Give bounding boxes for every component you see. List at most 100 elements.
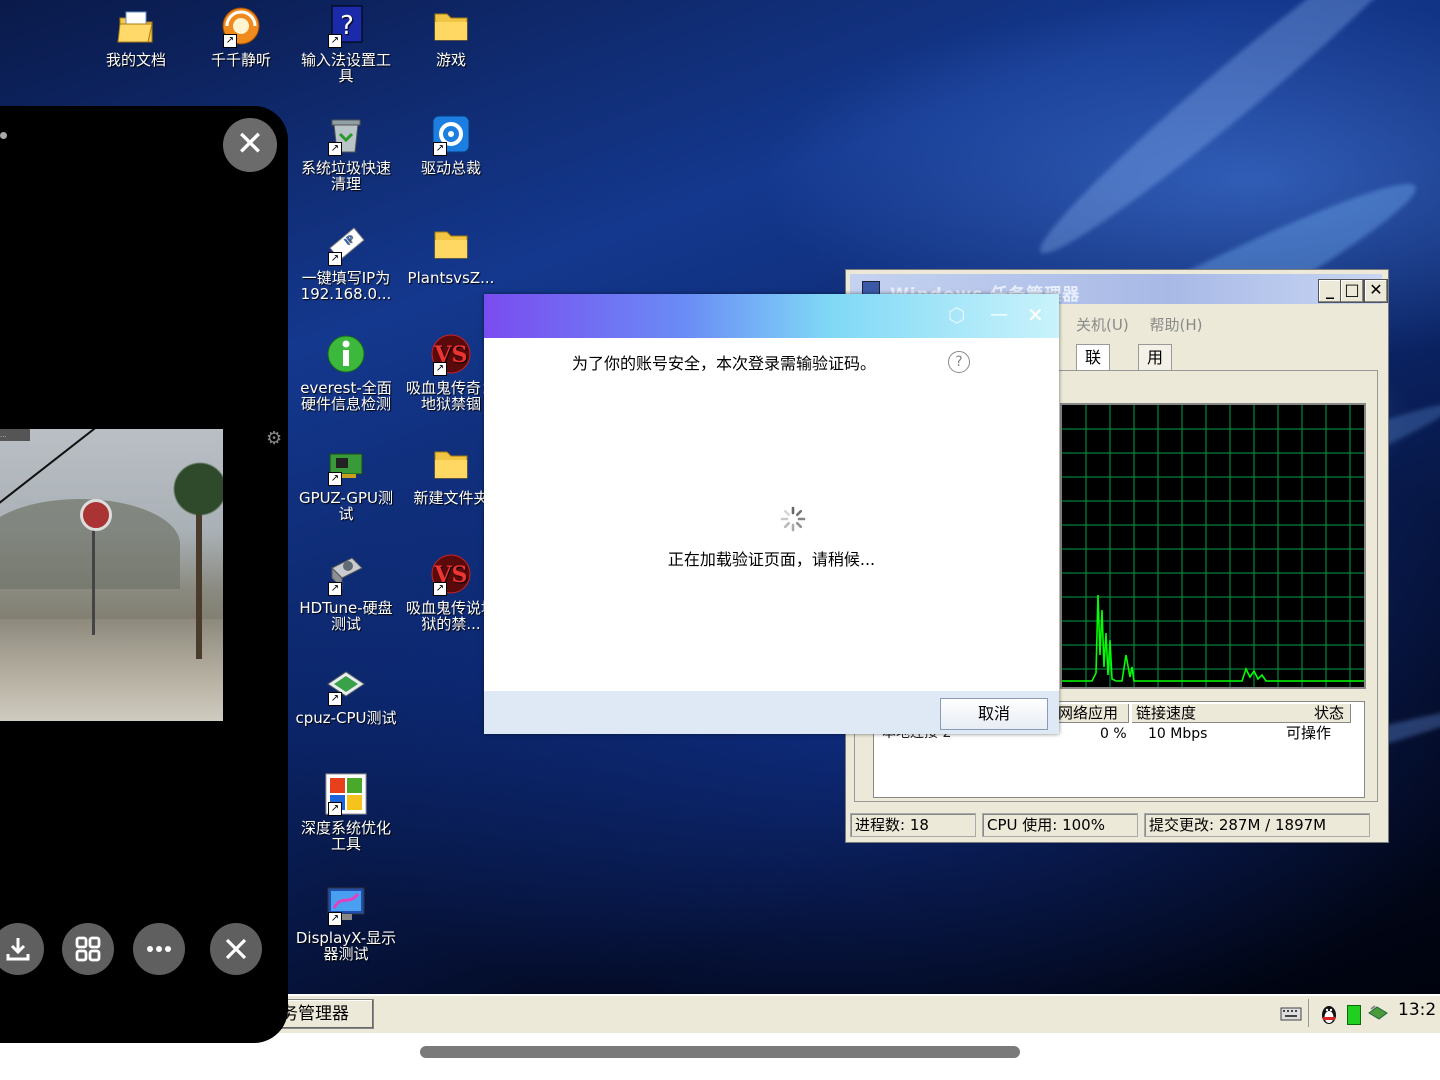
close-icon: [225, 938, 247, 960]
qq-penguin-icon[interactable]: [1319, 1003, 1339, 1025]
desktop-icon-my-documents[interactable]: 我的文档: [84, 4, 188, 68]
desktop-icon-junk-cleaner[interactable]: ↗ 系统垃圾快速清理: [294, 112, 398, 192]
close-panel-button[interactable]: ✕: [223, 118, 277, 172]
dialog-header[interactable]: ⬡ — ✕: [484, 294, 1059, 338]
my-documents-icon: [117, 11, 153, 43]
shortcut-arrow-icon: ↗: [328, 142, 342, 156]
shortcut-arrow-icon: ↗: [223, 34, 237, 48]
desktop-icon-gpuz[interactable]: ↗ GPUZ-GPU测试: [294, 442, 398, 522]
icon-label: GPUZ-GPU测试: [298, 489, 393, 523]
thumbnail-scene-pole: [92, 525, 95, 635]
wallpaper-beam: [1024, 0, 1440, 272]
desktop-icon-ime-tool[interactable]: ? ↗ 输入法设置工具: [294, 4, 398, 84]
desktop-icon-pvz-folder[interactable]: PlantsvsZ...: [399, 222, 503, 286]
icon-label: 系统垃圾快速清理: [300, 159, 391, 193]
shortcut-arrow-icon: ↗: [328, 252, 342, 266]
shortcut-arrow-icon: ↗: [433, 142, 447, 156]
icon-label: HDTune-硬盘测试: [299, 599, 393, 633]
status-processes: 进程数: 18: [850, 813, 976, 837]
verification-dialog[interactable]: ⬡ — ✕ 为了你的账号安全，本次登录需输验证码。 ? 正在加载验证页面，请稍候…: [484, 294, 1059, 734]
column-header-state[interactable]: 状态: [1210, 704, 1351, 723]
svg-text:?: ?: [340, 11, 354, 41]
panel-indicator-dot: [0, 132, 7, 139]
close-button[interactable]: ✕: [1027, 302, 1044, 328]
folder-icon: [434, 451, 468, 479]
tab-users[interactable]: 用户: [1138, 344, 1173, 393]
shortcut-arrow-icon: ↗: [328, 692, 342, 706]
shortcut-arrow-icon: ↗: [328, 472, 342, 486]
menu-bar: 关机(U) 帮助(H): [1076, 314, 1218, 335]
folder-icon: [434, 231, 468, 259]
icon-label: DisplayX-显示器测试: [295, 929, 397, 963]
close-button[interactable]: ✕: [1364, 279, 1388, 303]
desktop-icon-ip-tool[interactable]: IP ↗ 一键填写IP为192.168.0...: [294, 222, 398, 302]
shortcut-arrow-icon: ↗: [328, 582, 342, 596]
taskbar-item-task-manager[interactable]: 务管理器: [280, 999, 374, 1029]
shortcut-arrow-icon: ↗: [328, 912, 342, 926]
grid-icon: [75, 936, 101, 962]
clock: 13:2: [1398, 1000, 1437, 1020]
grid-button[interactable]: [62, 923, 114, 975]
shortcut-arrow-icon: ↗: [328, 802, 342, 816]
maximize-button[interactable]: □: [1340, 279, 1364, 303]
desktop-icon-games-folder[interactable]: 游戏: [399, 4, 503, 68]
thumbnail-tag: ...: [0, 429, 30, 441]
column-header-link-speed[interactable]: 链接速度: [1132, 704, 1211, 723]
icon-label: 游戏: [435, 51, 466, 69]
menu-shutdown[interactable]: 关机(U): [1076, 316, 1129, 334]
thumbnail-scene-palm: [170, 449, 223, 649]
desktop-icon-system-optimizer[interactable]: ↗ 深度系统优化工具: [294, 772, 398, 852]
status-commit: 提交更改: 287M / 1897M: [1144, 813, 1370, 837]
icon-label: PlantsvsZ...: [407, 269, 495, 287]
network-usage-graph: [1060, 403, 1366, 689]
download-button[interactable]: [0, 923, 44, 975]
more-icon: [147, 946, 171, 952]
column-header-adapter-usage[interactable]: 网络应用: [1054, 704, 1129, 723]
video-thumbnail[interactable]: ...: [0, 429, 223, 721]
icon-label: 千千静听: [210, 51, 271, 69]
minimize-button[interactable]: _: [1318, 279, 1342, 303]
keyboard-icon[interactable]: [1280, 1006, 1302, 1022]
minimize-button[interactable]: —: [990, 302, 1008, 328]
icon-label: 输入法设置工具: [300, 51, 391, 85]
folder-icon: [434, 13, 468, 41]
download-icon: [6, 938, 30, 961]
icon-label: 驱动总裁: [420, 159, 481, 177]
floating-player-panel[interactable]: ✕ ...: [0, 106, 288, 1043]
desktop-icon-ttplayer[interactable]: ↗ 千千静听: [189, 4, 293, 68]
network-tray-icon[interactable]: [1367, 1003, 1389, 1023]
thumbnail-scene-sign: [80, 499, 112, 531]
more-button[interactable]: [133, 923, 185, 975]
cancel-button[interactable]: 取消: [940, 698, 1048, 730]
close-button[interactable]: [210, 923, 262, 975]
desktop-icon-displayx[interactable]: ↗ DisplayX-显示器测试: [294, 882, 398, 962]
security-message: 为了你的账号安全，本次登录需输验证码。: [572, 354, 877, 373]
loading-message: 正在加载验证页面，请稍候...: [667, 550, 876, 569]
info-icon: [327, 335, 365, 373]
shortcut-arrow-icon: ↗: [433, 362, 447, 376]
icon-label: 一键填写IP为192.168.0...: [300, 269, 392, 303]
icon-label: everest-全面硬件信息检测: [300, 379, 392, 413]
shortcut-arrow-icon: ↗: [433, 582, 447, 596]
icon-label: 我的文档: [105, 51, 166, 69]
shortcut-arrow-icon: ↗: [328, 34, 342, 48]
adapter-speed: 10 Mbps: [1148, 726, 1208, 742]
help-icon[interactable]: ?: [948, 351, 970, 373]
graph-usage-line: [1062, 594, 1364, 682]
green-status-icon[interactable]: [1347, 1005, 1361, 1025]
tab-networking[interactable]: 联网: [1076, 344, 1111, 393]
desktop-icon-driver-tool[interactable]: ↗ 驱动总裁: [399, 112, 503, 176]
desktop-icon-cpuz[interactable]: ↗ cpuz-CPU测试: [294, 662, 398, 726]
gear-icon[interactable]: ⚙: [266, 429, 286, 449]
desktop-icon-hdtune[interactable]: ↗ HDTune-硬盘测试: [294, 552, 398, 632]
menu-help[interactable]: 帮助(H): [1149, 316, 1202, 334]
icon-label: cpuz-CPU测试: [295, 709, 397, 727]
adapter-usage: 0 %: [1100, 726, 1127, 742]
icon-label: 深度系统优化工具: [300, 819, 391, 853]
status-bar: 进程数: 18 CPU 使用: 100% 提交更改: 287M / 1897M: [850, 813, 1382, 837]
home-indicator[interactable]: [420, 1046, 1020, 1058]
status-cpu: CPU 使用: 100%: [982, 813, 1138, 837]
settings-icon[interactable]: ⬡: [948, 302, 965, 328]
adapter-state: 可操作: [1286, 724, 1332, 742]
desktop-icon-everest[interactable]: everest-全面硬件信息检测: [294, 332, 398, 412]
